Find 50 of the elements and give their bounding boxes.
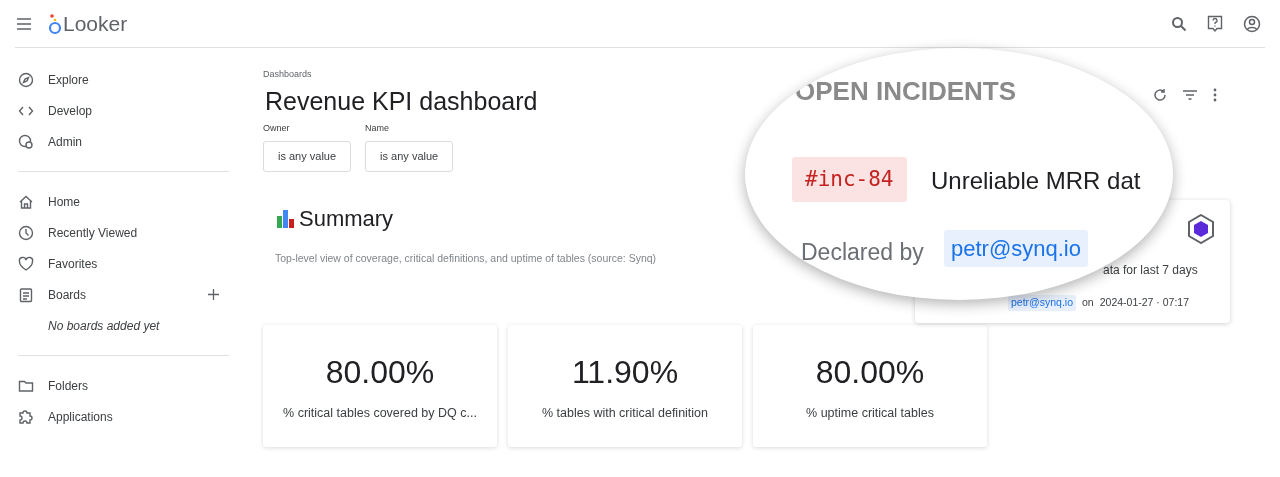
- user-chip[interactable]: petr@synq.io: [1008, 295, 1077, 311]
- nav-item[interactable]: Explore: [48, 70, 89, 89]
- nav-item[interactable]: Applications: [48, 407, 113, 426]
- incident-date: 2024-01-27 · 07:17: [1099, 295, 1190, 310]
- kpi-label: % critical tables covered by DQ c...: [283, 405, 477, 423]
- nav-item[interactable]: Admin: [48, 132, 82, 151]
- empty-boards-note: No boards added yet: [48, 317, 160, 335]
- home-icon: [18, 193, 34, 210]
- clock-icon: [18, 224, 34, 241]
- puzzle-icon: [18, 408, 34, 425]
- incident-tag: #inc-84: [792, 157, 907, 202]
- more-icon[interactable]: [1213, 88, 1217, 102]
- logo-icon: [48, 12, 62, 35]
- incident-title: Unreliable MRR dat: [931, 166, 1141, 196]
- refresh-icon[interactable]: [1153, 88, 1167, 102]
- kpi-label: % uptime critical tables: [806, 405, 934, 423]
- nav-item[interactable]: Favorites: [48, 254, 98, 273]
- nav-item[interactable]: Folders: [48, 376, 88, 395]
- nav-item[interactable]: Recently Viewed: [48, 223, 138, 242]
- filter-field[interactable]: is any value: [365, 141, 454, 172]
- help-icon[interactable]: [1207, 14, 1223, 33]
- filter-label: Owner: [263, 121, 291, 135]
- summary-description: Top-level view of coverage, critical definitions, and uptime of tables (source: Synq): [275, 251, 657, 266]
- kpi-value: 80.00%: [815, 353, 925, 393]
- declared-by-text: Declared by: [801, 238, 924, 267]
- heart-icon: [18, 255, 34, 272]
- summary-title: Summary: [299, 205, 394, 233]
- account-icon[interactable]: [1243, 14, 1261, 33]
- on-text: on: [1082, 295, 1094, 310]
- bar-chart-icon: [277, 209, 295, 228]
- hexagon-icon: [1187, 214, 1215, 244]
- add-icon[interactable]: [208, 289, 219, 300]
- dashboard-title: Revenue KPI dashboard: [265, 85, 538, 117]
- kpi-value: 80.00%: [325, 353, 435, 393]
- logo-text: Looker: [63, 10, 128, 37]
- clipboard-icon: [18, 286, 34, 303]
- menu-icon[interactable]: [17, 17, 31, 30]
- user-chip[interactable]: petr@synq.io: [944, 230, 1088, 267]
- nav-item[interactable]: Home: [48, 192, 80, 211]
- filter-field[interactable]: is any value: [263, 141, 352, 172]
- search-icon[interactable]: [1171, 15, 1187, 32]
- kpi-value: 11.90%: [571, 353, 679, 393]
- filter-icon[interactable]: [1183, 90, 1197, 100]
- breadcrumb[interactable]: Dashboards: [263, 68, 1280, 82]
- compass-icon: [18, 71, 34, 88]
- incident-description: ata for last 7 days: [1103, 262, 1198, 279]
- filter-label: Name: [365, 121, 391, 135]
- nav-item[interactable]: Boards: [48, 285, 87, 304]
- kpi-label: % tables with critical definition: [541, 405, 708, 423]
- nav-item[interactable]: Develop: [48, 101, 93, 120]
